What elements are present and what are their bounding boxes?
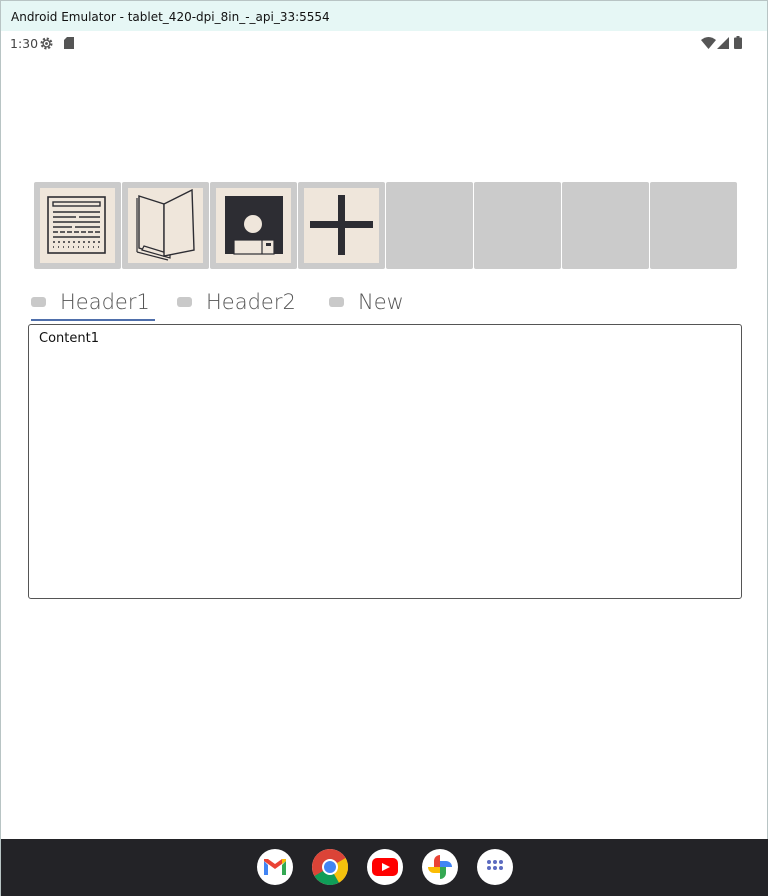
document-icon <box>47 196 106 254</box>
tab-label: New <box>358 290 404 314</box>
tab-new[interactable]: New <box>329 282 404 322</box>
tab-bar: Header1 Header2 New <box>29 282 429 322</box>
selected-tab-underline <box>31 319 155 321</box>
tab-indicator-icon <box>177 297 192 307</box>
battery-icon <box>734 36 742 52</box>
window-title: Android Emulator - tablet_420-dpi_8in_-_… <box>11 10 330 24</box>
add-button[interactable] <box>298 182 385 269</box>
empty-toolbar-slot[interactable] <box>650 182 737 269</box>
tab-label: Header2 <box>206 290 296 314</box>
empty-toolbar-slot[interactable] <box>474 182 561 269</box>
sd-card-icon <box>63 36 75 53</box>
emulator-window: Android Emulator - tablet_420-dpi_8in_-_… <box>0 0 768 896</box>
save-floppy-icon <box>225 196 283 255</box>
open-button[interactable] <box>122 182 209 269</box>
window-titlebar[interactable]: Android Emulator - tablet_420-dpi_8in_-_… <box>1 1 767 31</box>
icon-toolbar <box>34 182 737 270</box>
youtube-icon[interactable] <box>367 849 403 885</box>
status-time: 1:30 <box>10 36 39 51</box>
chrome-icon[interactable] <box>312 849 348 885</box>
photos-icon[interactable] <box>422 849 458 885</box>
open-folder-icon <box>136 188 195 261</box>
tab-content-panel[interactable]: Content1 <box>28 324 742 599</box>
tab-header1[interactable]: Header1 <box>31 282 150 322</box>
tab-header2[interactable]: Header2 <box>177 282 296 322</box>
wifi-icon <box>701 37 716 52</box>
app-drawer-icon[interactable] <box>477 849 513 885</box>
android-status-bar[interactable]: 1:30 <box>1 31 767 55</box>
tab-label: Header1 <box>60 290 150 314</box>
tab-indicator-icon <box>31 297 46 307</box>
android-taskbar <box>1 839 768 896</box>
empty-toolbar-slot[interactable] <box>386 182 473 269</box>
save-button[interactable] <box>210 182 297 269</box>
add-plus-icon <box>310 195 373 255</box>
cellular-signal-icon <box>717 37 729 52</box>
empty-toolbar-slot[interactable] <box>562 182 649 269</box>
tab-content-text: Content1 <box>39 331 99 346</box>
tab-indicator-icon <box>329 297 344 307</box>
settings-gear-icon <box>39 36 54 54</box>
gmail-icon[interactable] <box>257 849 293 885</box>
document-button[interactable] <box>34 182 121 269</box>
